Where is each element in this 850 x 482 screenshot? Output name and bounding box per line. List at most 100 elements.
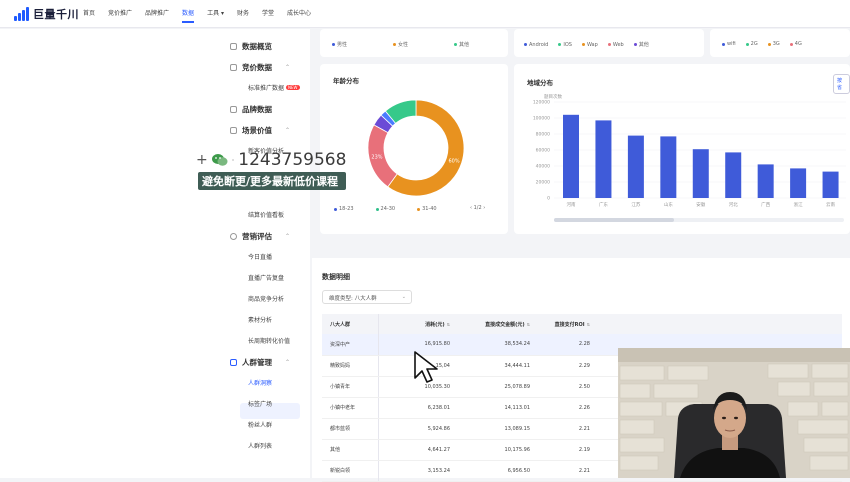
network-legend: wifi 2G 3G 4G bbox=[722, 41, 812, 47]
network-card: wifi 2G 3G 4G bbox=[710, 29, 850, 57]
webcam-overlay bbox=[618, 348, 850, 478]
bar bbox=[595, 120, 612, 198]
legend-item: 3G bbox=[767, 41, 780, 47]
cell-gmv: 14,113.01 bbox=[458, 397, 538, 419]
cell-crowd: 小镇青年 bbox=[322, 376, 379, 398]
region-distribution-card: 地域分布 按省 题目次数 0 20000 40000 60000 80000 100000 1… bbox=[514, 64, 850, 234]
legend-item: wifi bbox=[722, 41, 736, 47]
bar bbox=[692, 149, 709, 198]
sidebar-group-evaluation[interactable]: 营销评估 ⌃ bbox=[230, 231, 290, 242]
table-header-row: 八大人群 消耗(元) ⇅ 直接成交金额(元) ⇅ 直接支付ROI ⇅ bbox=[322, 314, 842, 334]
col-gmv[interactable]: 直接成交金额(元) ⇅ bbox=[458, 314, 538, 334]
wechat-icon bbox=[211, 154, 228, 166]
nav-bidding[interactable]: 竞价推广 bbox=[108, 0, 132, 28]
sidebar-item-scene-b[interactable]: 结算价值看板 bbox=[248, 210, 284, 219]
legend-item: 31-40 bbox=[417, 206, 437, 212]
cell-gmv: 34,444.11 bbox=[458, 355, 538, 377]
dimension-label: 维度类型: bbox=[329, 296, 353, 302]
chart-scrollbar[interactable] bbox=[554, 218, 844, 222]
legend-item: 2G bbox=[745, 41, 758, 47]
cell-roi: 2.21 bbox=[538, 418, 598, 440]
bar bbox=[563, 114, 579, 198]
legend-item: 女性 bbox=[393, 41, 408, 48]
age-legend: 18-23 24-30 31-40 bbox=[334, 206, 447, 212]
y-tick-label: 60000 bbox=[536, 148, 550, 154]
logo-bars-icon bbox=[14, 7, 29, 21]
legend-item: IOS bbox=[558, 41, 572, 48]
sidebar-group-label: 场景价值 bbox=[242, 126, 272, 135]
chevron-down-icon: ⌄ bbox=[401, 294, 406, 300]
y-tick-label: 0 bbox=[547, 196, 550, 202]
nav-data[interactable]: 数据 bbox=[182, 0, 195, 28]
x-tick-label: 广东 bbox=[599, 201, 608, 208]
cell-roi: 2.28 bbox=[538, 334, 598, 356]
sidebar-item-crowd-insight[interactable]: 人群洞察 bbox=[248, 378, 272, 387]
x-tick-label: 浙江 bbox=[794, 201, 803, 208]
sidebar-item-tag-square[interactable]: 标签广场 bbox=[248, 399, 272, 408]
sidebar-group-crowd[interactable]: 人群管理 ⌃ bbox=[230, 357, 290, 368]
sidebar-item-standard-ads[interactable]: 标准推广数据 NEW bbox=[248, 83, 300, 92]
bar bbox=[660, 136, 677, 198]
sort-icon: ⇅ bbox=[586, 321, 590, 327]
cell-roi: 2.29 bbox=[538, 355, 598, 377]
watermark-contact: + · 1243759568 bbox=[196, 150, 346, 170]
sidebar-item-live-review[interactable]: 直播广告复盘 bbox=[248, 273, 284, 282]
y-tick-label: 100000 bbox=[533, 116, 550, 122]
sidebar-group-label: 人群管理 bbox=[242, 358, 272, 367]
sidebar-group-bidding[interactable]: 竞价数据 ⌃ bbox=[230, 62, 290, 73]
legend-item: Android bbox=[524, 41, 548, 48]
sort-icon: ⇅ bbox=[526, 321, 530, 327]
sidebar-item-fans[interactable]: 粉丝人群 bbox=[248, 420, 272, 429]
legend-item: 24-30 bbox=[375, 206, 395, 212]
sidebar-group-overview[interactable]: 数据概览 bbox=[230, 41, 272, 52]
bar bbox=[725, 152, 742, 198]
crowd-icon bbox=[230, 359, 237, 366]
sidebar-item-material[interactable]: 素材分析 bbox=[248, 315, 272, 324]
sidebar-item-long-term[interactable]: 长周期转化价值 bbox=[248, 336, 290, 345]
region-bar-chart: 题目次数 0 20000 40000 60000 80000 100000 120000 河南 广… bbox=[533, 93, 846, 208]
sidebar-item-live-today[interactable]: 今日直播 bbox=[248, 252, 272, 261]
cell-roi: 2.26 bbox=[538, 397, 598, 419]
sidebar-group-scene[interactable]: 场景价值 ⌃ bbox=[230, 125, 290, 136]
col-spacer bbox=[598, 314, 842, 334]
age-legend-pager[interactable]: ‹ 1/2 › bbox=[470, 205, 485, 211]
col-roi[interactable]: 直接支付ROI ⇅ bbox=[538, 314, 598, 334]
x-tick-label: 山东 bbox=[664, 201, 673, 208]
nav-home[interactable]: 首页 bbox=[83, 0, 95, 28]
cell-gmv: 25,078.89 bbox=[458, 376, 538, 398]
dimension-select[interactable]: 维度类型: 八大人群 ⌄ bbox=[322, 290, 412, 304]
x-tick-label: 河北 bbox=[729, 201, 738, 208]
nav-brand[interactable]: 品牌推广 bbox=[145, 0, 169, 28]
age-distribution-card: 年龄分布 60% 23% 18-23 24-30 31-40 ‹ 1/2 › bbox=[320, 64, 508, 234]
sidebar-group-brand[interactable]: 品牌数据 bbox=[230, 104, 272, 115]
cell-cost: 5,924.86 bbox=[378, 418, 458, 440]
legend-item: 4G bbox=[789, 41, 802, 47]
sidebar-item-product-compete[interactable]: 商品竞争分析 bbox=[248, 294, 284, 303]
legend-item: Wap bbox=[581, 41, 598, 48]
nav-academy[interactable]: 学堂 bbox=[262, 0, 274, 28]
cell-gmv: 13,089.15 bbox=[458, 418, 538, 440]
y-tick-label: 40000 bbox=[536, 164, 550, 170]
sidebar-group-label: 竞价数据 bbox=[242, 63, 272, 72]
sidebar-item-crowd-list[interactable]: 人群列表 bbox=[248, 441, 272, 450]
detail-title: 数据明细 bbox=[322, 273, 350, 281]
nav-tools[interactable]: 工具 ▾ bbox=[207, 0, 224, 28]
y-tick-label: 120000 bbox=[533, 100, 550, 106]
legend-item: 男性 bbox=[332, 41, 347, 48]
dimension-value: 八大人群 bbox=[354, 296, 377, 302]
legend-item: 其他 bbox=[633, 41, 649, 48]
sort-icon: ⇅ bbox=[446, 321, 450, 327]
cell-roi: 2.50 bbox=[538, 376, 598, 398]
nav-finance[interactable]: 财务 bbox=[237, 0, 249, 28]
cell-crowd: 小镇中老年 bbox=[322, 397, 379, 419]
pie-slice-label: 60% bbox=[448, 158, 459, 164]
mouse-cursor-icon bbox=[414, 351, 438, 383]
chart-scrollbar-thumb[interactable] bbox=[554, 218, 674, 222]
col-cost[interactable]: 消耗(元) ⇅ bbox=[378, 314, 458, 334]
bidding-icon bbox=[230, 64, 237, 71]
platform-card: Android IOS Wap Web 其他 bbox=[514, 29, 704, 57]
nav-growth[interactable]: 成长中心 bbox=[287, 0, 311, 28]
presenter-video bbox=[618, 348, 850, 478]
scene-icon bbox=[230, 127, 237, 134]
logo[interactable]: 巨量千川 bbox=[14, 6, 79, 22]
